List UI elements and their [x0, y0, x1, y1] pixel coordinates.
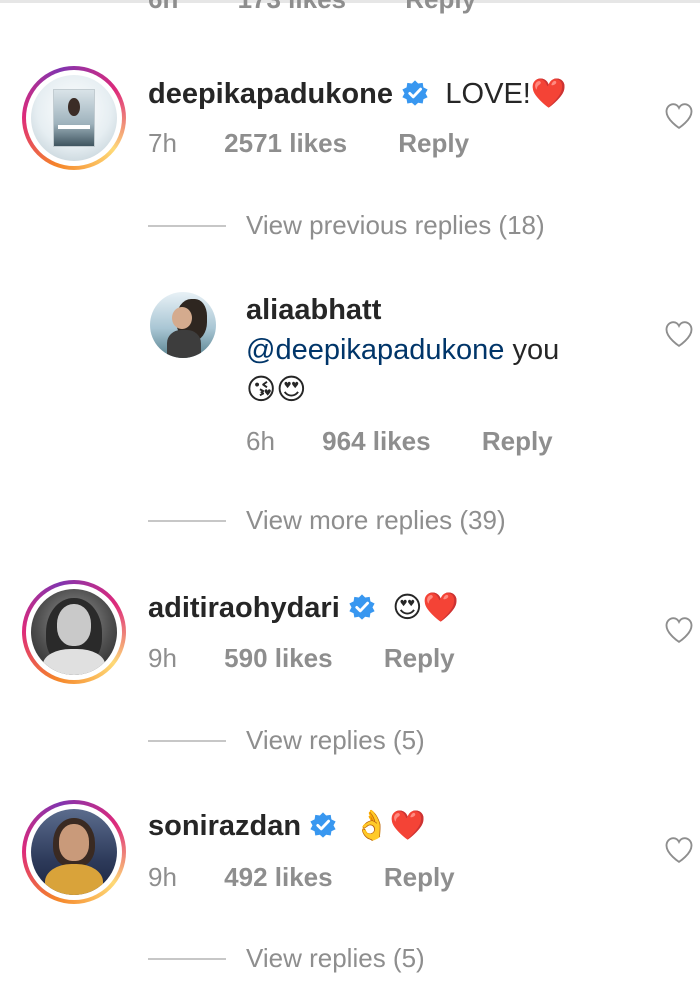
comment-likes[interactable]: 2571 likes: [224, 128, 347, 158]
reply-button[interactable]: Reply: [482, 426, 553, 456]
comment-emoji: 😘😍: [246, 372, 307, 406]
comment-likes[interactable]: 492 likes: [224, 862, 332, 892]
clipped-time: 6h: [148, 0, 178, 14]
username[interactable]: aditiraohydari: [148, 592, 340, 624]
clipped-reply[interactable]: Reply: [405, 0, 476, 14]
verified-badge-icon: [402, 80, 428, 106]
heart-outline-icon[interactable]: [664, 836, 694, 864]
view-more-replies[interactable]: View more replies (39): [246, 505, 506, 536]
comment-text: LOVE!: [445, 78, 531, 110]
reply-button[interactable]: Reply: [398, 128, 469, 158]
comment-likes[interactable]: 590 likes: [224, 643, 332, 673]
heart-outline-icon[interactable]: [664, 320, 694, 348]
comment-likes[interactable]: 964 likes: [322, 426, 430, 456]
avatar-aliaabhatt[interactable]: [150, 292, 216, 358]
clipped-comment-meta: 6h 173 likes Reply: [148, 0, 528, 15]
heart-outline-icon[interactable]: [664, 616, 694, 644]
avatar-deepikapadukone[interactable]: [22, 66, 126, 170]
heart-outline-icon[interactable]: [664, 102, 694, 130]
comment-time: 9h: [148, 862, 177, 892]
comment-emoji: 👌❤️: [353, 808, 426, 842]
avatar-sonirazdan[interactable]: [22, 800, 126, 904]
reply-button[interactable]: Reply: [384, 643, 455, 673]
comment-time: 6h: [246, 426, 275, 456]
comment-text: you: [504, 334, 560, 366]
username[interactable]: deepikapadukone: [148, 78, 393, 110]
comment-time: 7h: [148, 128, 177, 158]
divider-line: [148, 958, 226, 960]
divider-line: [148, 520, 226, 522]
divider-line: [148, 740, 226, 742]
username[interactable]: aliaabhatt: [246, 294, 381, 326]
comment-time: 9h: [148, 643, 177, 673]
username[interactable]: sonirazdan: [148, 810, 301, 842]
comment-emoji: 😍❤️: [392, 590, 459, 624]
verified-badge-icon: [349, 594, 375, 620]
mention-link[interactable]: @deepikapadukone: [246, 334, 504, 366]
view-replies[interactable]: View replies (5): [246, 943, 425, 974]
reply-button[interactable]: Reply: [384, 862, 455, 892]
view-replies[interactable]: View replies (5): [246, 725, 425, 756]
view-previous-replies[interactable]: View previous replies (18): [246, 210, 545, 241]
avatar-aditiraohydari[interactable]: [22, 580, 126, 684]
divider-line: [148, 225, 226, 227]
verified-badge-icon: [310, 812, 336, 838]
comment-emoji: ❤️: [530, 76, 567, 110]
clipped-likes[interactable]: 173 likes: [238, 0, 346, 14]
